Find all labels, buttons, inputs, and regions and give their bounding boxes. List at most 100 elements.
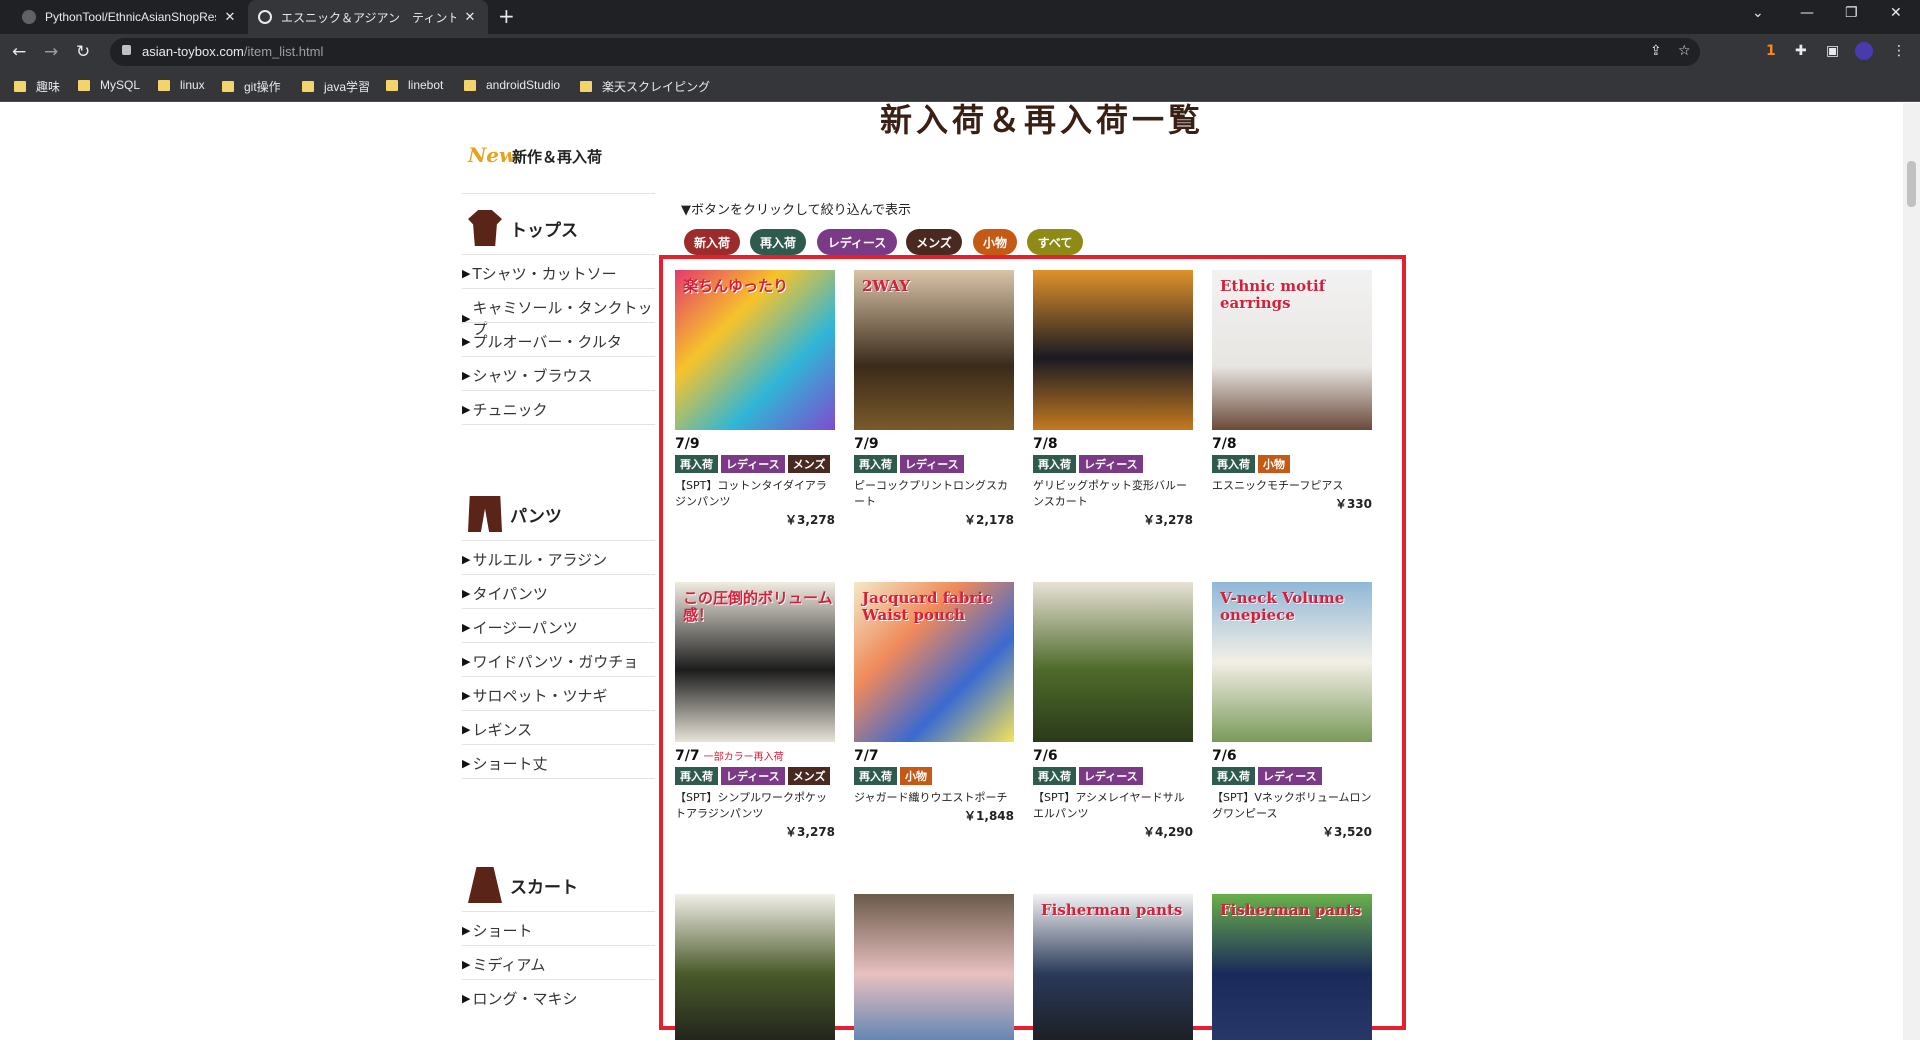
divider bbox=[462, 574, 655, 575]
product-name[interactable]: 【SPT】アシメレイヤードサルエルパンツ bbox=[1033, 790, 1193, 822]
sidebar-item[interactable]: ▶ イージーパンツ bbox=[462, 617, 655, 638]
category-skirt[interactable]: スカート bbox=[468, 867, 578, 903]
new-tab-button[interactable]: + bbox=[498, 6, 515, 26]
product-name[interactable]: 【SPT】シンプルワークポケットアラジンパンツ bbox=[675, 790, 835, 822]
scroll-thumb[interactable] bbox=[1907, 161, 1916, 207]
scrollbar[interactable] bbox=[1903, 103, 1920, 1040]
product-card[interactable]: 2WAY 7/9 再入荷 レディース ピーコックプリントロングスカート ￥2,178 bbox=[854, 270, 1014, 528]
triangle-icon: ▶ bbox=[462, 369, 471, 382]
product-name[interactable]: 【SPT】Vネックボリュームロングワンピース bbox=[1212, 790, 1372, 822]
category-pants[interactable]: パンツ bbox=[468, 496, 562, 532]
tag-badge: レディース bbox=[1258, 767, 1322, 785]
triangle-icon: ▶ bbox=[462, 992, 471, 1005]
product-name[interactable]: ジャガード織りウエストポーチ bbox=[854, 790, 1014, 806]
product-image[interactable]: 楽ちんゆったり bbox=[675, 270, 835, 430]
restore-button[interactable]: ❐ bbox=[1845, 5, 1858, 21]
category-tops[interactable]: トップス bbox=[468, 210, 578, 246]
product-image[interactable]: この圧倒的ボリューム感！ bbox=[675, 582, 835, 742]
product-image[interactable] bbox=[1033, 582, 1193, 742]
sidebar-item[interactable]: ▶ ショート丈 bbox=[462, 753, 655, 774]
bookmark-item[interactable]: 楽天スクレイピング bbox=[580, 78, 710, 95]
product-card[interactable]: Fisherman pants bbox=[1033, 894, 1193, 1040]
category-title: スカート bbox=[510, 877, 578, 898]
bookmark-item[interactable]: git操作 bbox=[222, 78, 281, 95]
sidebar-item[interactable]: ▶ プルオーバー・クルタ bbox=[462, 331, 655, 352]
avatar[interactable] bbox=[1855, 42, 1873, 60]
reload-icon[interactable]: ↻ bbox=[76, 42, 90, 62]
back-icon[interactable]: ← bbox=[12, 42, 26, 62]
close-tab-icon[interactable]: ✕ bbox=[222, 9, 238, 25]
sidebar-item[interactable]: ▶ ショート bbox=[462, 920, 655, 941]
sidebar-item[interactable]: ▶ タイパンツ bbox=[462, 583, 655, 604]
product-card[interactable]: Jacquard fabric Waist pouch 7/7 再入荷 小物 ジャガード… bbox=[854, 582, 1014, 824]
product-image[interactable]: Ethnic motif earrings bbox=[1212, 270, 1372, 430]
product-image[interactable]: Fisherman pants bbox=[1212, 894, 1372, 1040]
product-card[interactable] bbox=[854, 894, 1014, 1040]
sidebar-item[interactable]: ▶ ロング・マキシ bbox=[462, 988, 655, 1009]
bookmark-item[interactable]: java学習 bbox=[302, 78, 370, 95]
product-card[interactable]: Ethnic motif earrings 7/8 再入荷 小物 エスニックモチーフピア… bbox=[1212, 270, 1372, 512]
image-caption: この圧倒的ボリューム感！ bbox=[683, 589, 833, 624]
tab-search-icon[interactable]: ⌄ bbox=[1752, 5, 1764, 21]
filter-ladies-button[interactable]: レディース bbox=[817, 229, 897, 255]
tag-badge: 小物 bbox=[1258, 455, 1290, 473]
category-title: トップス bbox=[510, 220, 578, 241]
tab-shop[interactable]: エスニック＆アジアン ティントン本店 ✕ bbox=[248, 0, 488, 34]
sidebar-item[interactable]: ▶ ミディアム bbox=[462, 954, 655, 975]
bookmark-star-icon[interactable]: ☆ bbox=[1678, 43, 1691, 59]
product-card[interactable]: V-neck Volume onepiece 7/6 再入荷 レディース 【SPT】Vネ… bbox=[1212, 582, 1372, 840]
product-image[interactable]: Fisherman pants bbox=[1033, 894, 1193, 1040]
forward-icon[interactable]: → bbox=[44, 42, 58, 62]
minimize-button[interactable]: — bbox=[1800, 5, 1814, 21]
bookmark-item[interactable]: linebot bbox=[386, 78, 443, 92]
product-image[interactable]: 2WAY bbox=[854, 270, 1014, 430]
product-card[interactable]: 7/6 再入荷 レディース 【SPT】アシメレイヤードサルエルパンツ ￥4,290 bbox=[1033, 582, 1193, 840]
address-bar[interactable]: asian-toybox.com/item_list.html ⇪ ☆ bbox=[110, 38, 1700, 66]
product-image[interactable] bbox=[675, 894, 835, 1040]
sidebar-item[interactable]: ▶ サロペット・ツナギ bbox=[462, 685, 655, 706]
side-panel-icon[interactable]: ▣ bbox=[1826, 43, 1839, 59]
product-image[interactable] bbox=[1033, 270, 1193, 430]
browser-toolbar: ← → ↻ asian-toybox.com/item_list.html ⇪ … bbox=[0, 34, 1920, 70]
product-card[interactable]: Fisherman pants bbox=[1212, 894, 1372, 1040]
product-name[interactable]: 【SPT】コットンタイダイアラジンパンツ bbox=[675, 478, 835, 510]
product-name[interactable]: ピーコックプリントロングスカート bbox=[854, 478, 1014, 510]
product-card[interactable]: 楽ちんゆったり 7/9 再入荷 レディース メンズ 【SPT】コットンタイダイアラジンパン… bbox=[675, 270, 835, 528]
bookmark-item[interactable]: androidStudio bbox=[464, 78, 560, 92]
sidebar-item[interactable]: ▶ Tシャツ・カットソー bbox=[462, 263, 655, 284]
filter-goods-button[interactable]: 小物 bbox=[973, 229, 1017, 255]
bookmark-item[interactable]: MySQL bbox=[78, 78, 140, 92]
triangle-icon: ▶ bbox=[462, 403, 471, 416]
filter-all-button[interactable]: すべて bbox=[1027, 229, 1083, 255]
tag-badge: 再入荷 bbox=[854, 455, 897, 473]
menu-icon[interactable]: ⋮ bbox=[1892, 43, 1906, 59]
filter-new-button[interactable]: 新入荷 bbox=[684, 229, 740, 255]
filter-restock-button[interactable]: 再入荷 bbox=[750, 229, 806, 255]
sidebar-item-label: ショート bbox=[472, 922, 533, 940]
bookmark-item[interactable]: 趣味 bbox=[14, 78, 60, 95]
sidebar-item[interactable]: ▶ サルエル・アラジン bbox=[462, 549, 655, 570]
sidebar-item[interactable]: ▶ ワイドパンツ・ガウチョ bbox=[462, 651, 655, 672]
sidebar-item[interactable]: ▶ チュニック bbox=[462, 399, 655, 420]
product-name[interactable]: エスニックモチーフピアス bbox=[1212, 478, 1372, 494]
close-tab-icon[interactable]: ✕ bbox=[462, 9, 478, 25]
product-card[interactable] bbox=[675, 894, 835, 1040]
product-image[interactable]: Jacquard fabric Waist pouch bbox=[854, 582, 1014, 742]
share-icon[interactable]: ⇪ bbox=[1650, 43, 1662, 59]
window-close-button[interactable]: ✕ bbox=[1890, 5, 1902, 21]
sidebar-item[interactable]: ▶ シャツ・ブラウス bbox=[462, 365, 655, 386]
filter-mens-button[interactable]: メンズ bbox=[906, 229, 962, 255]
sidebar-item-label: Tシャツ・カットソー bbox=[472, 265, 617, 283]
tab-github[interactable]: PythonTool/EthnicAsianShopRese ✕ bbox=[12, 0, 248, 34]
product-card[interactable]: この圧倒的ボリューム感！ 7/7 一部カラー再入荷 再入荷 レディース メンズ 【SPT】シ… bbox=[675, 582, 835, 840]
new-arrivals-link[interactable]: 新作＆再入荷 bbox=[512, 146, 602, 167]
product-image[interactable] bbox=[854, 894, 1014, 1040]
sidebar-item[interactable]: ▶ レギンス bbox=[462, 719, 655, 740]
product-image[interactable]: V-neck Volume onepiece bbox=[1212, 582, 1372, 742]
product-card[interactable]: 7/8 再入荷 レディース ゲリビッグポケット変形バルーンスカート ￥3,278 bbox=[1033, 270, 1193, 528]
product-tags: 再入荷 レディース bbox=[1033, 767, 1193, 789]
extension-badge[interactable]: 1 bbox=[1766, 43, 1776, 59]
product-name[interactable]: ゲリビッグポケット変形バルーンスカート bbox=[1033, 478, 1193, 510]
bookmark-item[interactable]: linux bbox=[158, 78, 205, 92]
extensions-icon[interactable]: ✚ bbox=[1795, 43, 1807, 59]
